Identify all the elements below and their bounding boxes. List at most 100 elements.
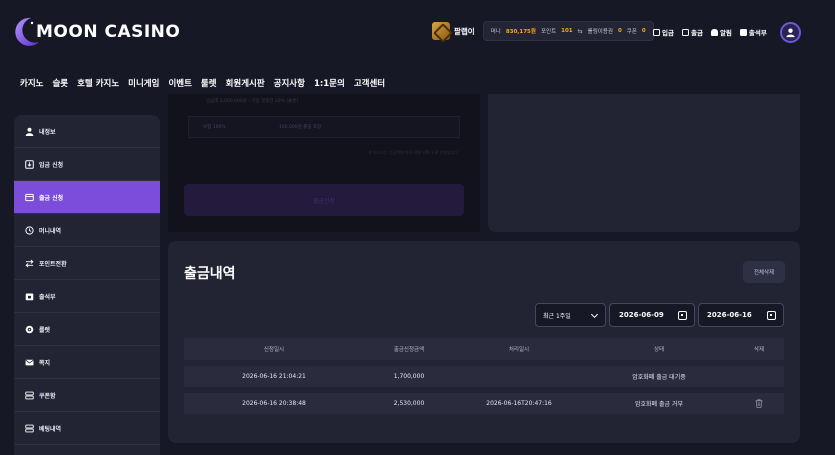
deposit-icon bbox=[25, 159, 34, 169]
rank-badge-icon bbox=[432, 22, 450, 40]
withdraw-form-card: 입금액 2,000,000원 - 가입 첫충전 20% (슬롯) 보험 100%… bbox=[168, 94, 480, 232]
cell-processed-at: 2026-06-16T20:47:16 bbox=[486, 400, 552, 407]
coupon-value: 0 bbox=[641, 28, 646, 34]
nav-minigame[interactable]: 미니게임 bbox=[128, 77, 159, 89]
bonus-option-label: 보험 100% bbox=[203, 125, 226, 130]
deposit-icon bbox=[653, 28, 660, 36]
withdraw-history-table: 신청일시 출금신청금액 처리일시 상태 삭제 2026-06-16 21:04:… bbox=[184, 338, 784, 414]
sidebar-item-label: 포인트전환 bbox=[39, 260, 67, 268]
header-link-deposit[interactable]: 입금 bbox=[653, 27, 674, 37]
withdraw-icon bbox=[25, 193, 34, 202]
sidebar-item-coupons[interactable]: 쿠폰함 bbox=[14, 379, 160, 412]
sidebar-item-deposit[interactable]: 입금 신청 bbox=[14, 148, 160, 181]
user-icon bbox=[786, 28, 795, 38]
sidebar-item-label: 입금 신청 bbox=[39, 161, 64, 169]
bonus-note: ※ 보너스는 입금액에 자동 적용 되며 1 회 한정됩니다 bbox=[368, 150, 458, 155]
sidebar-item-point-exchange[interactable]: 포인트전환 bbox=[14, 247, 160, 280]
sidebar-item-label: 출금 신청 bbox=[39, 194, 64, 202]
date-to-value: 2026-06-16 bbox=[707, 311, 752, 319]
sidebar-item-messages[interactable]: 쪽지 bbox=[14, 346, 160, 379]
nav-hotel-casino[interactable]: 호텔 카지노 bbox=[77, 77, 119, 89]
cell-status: 암호화폐 출금 거부 bbox=[635, 401, 683, 408]
header-link-attendance[interactable]: 출석부 bbox=[739, 27, 767, 37]
delete-all-button[interactable]: 전체삭제 bbox=[743, 261, 785, 283]
coupon-label: 쿠폰 bbox=[626, 29, 637, 35]
nav-notice[interactable]: 공지사항 bbox=[274, 77, 305, 89]
sidebar-item-label: 머니내역 bbox=[39, 227, 62, 235]
money-label: 머니 bbox=[490, 29, 501, 35]
date-from-value: 2026-06-09 bbox=[619, 311, 664, 319]
clock-icon bbox=[25, 225, 34, 235]
sidebar-item-label: 룰렛 bbox=[39, 326, 51, 334]
main-nav: 카지노 슬롯 호텔 카지노 미니게임 이벤트 룰렛 회원게시판 공지사항 1:1… bbox=[20, 77, 385, 89]
calendar-icon[interactable] bbox=[767, 311, 776, 320]
nav-casino[interactable]: 카지노 bbox=[20, 77, 43, 89]
list-icon bbox=[25, 424, 34, 433]
sidebar-item-bet-history[interactable]: 베팅내역 bbox=[14, 412, 160, 445]
column-header-requested-at: 신청일시 bbox=[263, 347, 285, 353]
rolling-value: 0 bbox=[617, 28, 622, 34]
sidebar-item-label: 쪽지 bbox=[39, 359, 51, 367]
trash-icon[interactable] bbox=[755, 399, 763, 408]
cell-requested-at: 2026-06-16 21:04:21 bbox=[242, 373, 306, 380]
top-header: MOON CASINO 팔랩이 머니 830,175원 포인트 101 ⇆ 롤링… bbox=[0, 0, 835, 66]
money-value: 830,175원 bbox=[505, 29, 536, 35]
rolling-label: 롤링이용권 bbox=[587, 29, 613, 35]
chevron-down-icon bbox=[590, 313, 599, 319]
nav-event[interactable]: 이벤트 bbox=[168, 77, 191, 89]
date-to-input[interactable]: 2026-06-16 bbox=[698, 303, 784, 327]
nav-inquiry[interactable]: 1:1문의 bbox=[314, 77, 345, 89]
calendar-icon[interactable] bbox=[678, 311, 687, 320]
table-row: 2026-06-16 20:38:48 2,530,000 2026-06-16… bbox=[184, 393, 784, 414]
bell-icon bbox=[710, 28, 718, 36]
profile-avatar-button[interactable] bbox=[780, 22, 801, 43]
nav-support[interactable]: 고객센터 bbox=[354, 77, 385, 89]
point-value: 101 bbox=[561, 28, 573, 34]
bonus-option-detail: 100,000원 롤링 포함 bbox=[279, 125, 322, 130]
header-link-alerts[interactable]: 알림 bbox=[710, 27, 732, 37]
coupon-icon bbox=[25, 391, 34, 400]
username[interactable]: 팔랩이 bbox=[454, 26, 475, 37]
exchange-icon bbox=[25, 259, 34, 268]
column-header-status: 상태 bbox=[653, 347, 665, 353]
nav-board[interactable]: 회원게시판 bbox=[226, 77, 265, 89]
nav-slot[interactable]: 슬롯 bbox=[52, 77, 68, 89]
bonus-option-row: 보험 100% 100,000원 롤링 포함 bbox=[188, 116, 460, 138]
sidebar-item-attendance[interactable]: 출석부 bbox=[14, 280, 160, 313]
sidebar-item-label: 쿠폰함 bbox=[39, 392, 56, 400]
sidebar-item-label: 베팅내역 bbox=[39, 425, 62, 433]
logo-text: MOON CASINO bbox=[36, 22, 181, 42]
withdraw-icon bbox=[681, 28, 689, 36]
table-header: 신청일시 출금신청금액 처리일시 상태 삭제 bbox=[184, 338, 784, 360]
column-header-delete: 삭제 bbox=[753, 347, 765, 353]
sidebar: 내정보 입금 신청 출금 신청 머니내역 포인트전환 출석부 룰렛 쪽지 쿠폰함… bbox=[14, 115, 160, 455]
point-label: 포인트 bbox=[540, 29, 557, 35]
cell-status: 암호화폐 출금 대기중 bbox=[632, 374, 686, 381]
column-header-processed-at: 처리일시 bbox=[508, 347, 530, 353]
sidebar-item-my-info[interactable]: 내정보 bbox=[14, 115, 160, 148]
withdraw-submit-button[interactable]: 출금신청 bbox=[184, 184, 464, 216]
sidebar-item-label: 내정보 bbox=[39, 128, 56, 136]
cell-amount: 1,700,000 bbox=[393, 373, 425, 380]
moon-logo-icon bbox=[12, 15, 42, 49]
header-links: 입금 출금 알림 출석부 bbox=[653, 27, 767, 37]
period-select[interactable]: 최근 1주일 bbox=[535, 303, 606, 327]
bonus-option-text: 입금액 2,000,000원 - 가입 첫충전 20% (슬롯) bbox=[206, 99, 299, 104]
point-exchange-icon[interactable]: ⇆ bbox=[578, 28, 583, 35]
cell-requested-at: 2026-06-16 20:38:48 bbox=[242, 400, 306, 407]
withdraw-history-panel: 출금내역 전체삭제 최근 1주일 2026-06-09 2026-06-16 신… bbox=[168, 241, 800, 443]
side-info-card bbox=[488, 94, 800, 232]
user-box: 팔랩이 머니 830,175원 포인트 101 ⇆ 롤링이용권 0 쿠폰 0 bbox=[432, 21, 654, 41]
date-from-input[interactable]: 2026-06-09 bbox=[609, 303, 695, 327]
site-logo[interactable]: MOON CASINO bbox=[12, 12, 180, 52]
sidebar-item-roulette[interactable]: 룰렛 bbox=[14, 313, 160, 346]
table-row: 2026-06-16 21:04:21 1,700,000 암호화폐 출금 대기… bbox=[184, 366, 784, 387]
sidebar-item-label: 출석부 bbox=[39, 293, 56, 301]
nav-roulette[interactable]: 룰렛 bbox=[201, 77, 217, 89]
sidebar-item-money-history[interactable]: 머니내역 bbox=[14, 214, 160, 247]
header-link-withdraw[interactable]: 출금 bbox=[681, 27, 703, 37]
roulette-icon bbox=[25, 325, 34, 334]
calendar-icon bbox=[739, 28, 747, 36]
period-select-value: 최근 1주일 bbox=[543, 312, 571, 320]
sidebar-item-withdraw[interactable]: 출금 신청 bbox=[14, 181, 160, 214]
